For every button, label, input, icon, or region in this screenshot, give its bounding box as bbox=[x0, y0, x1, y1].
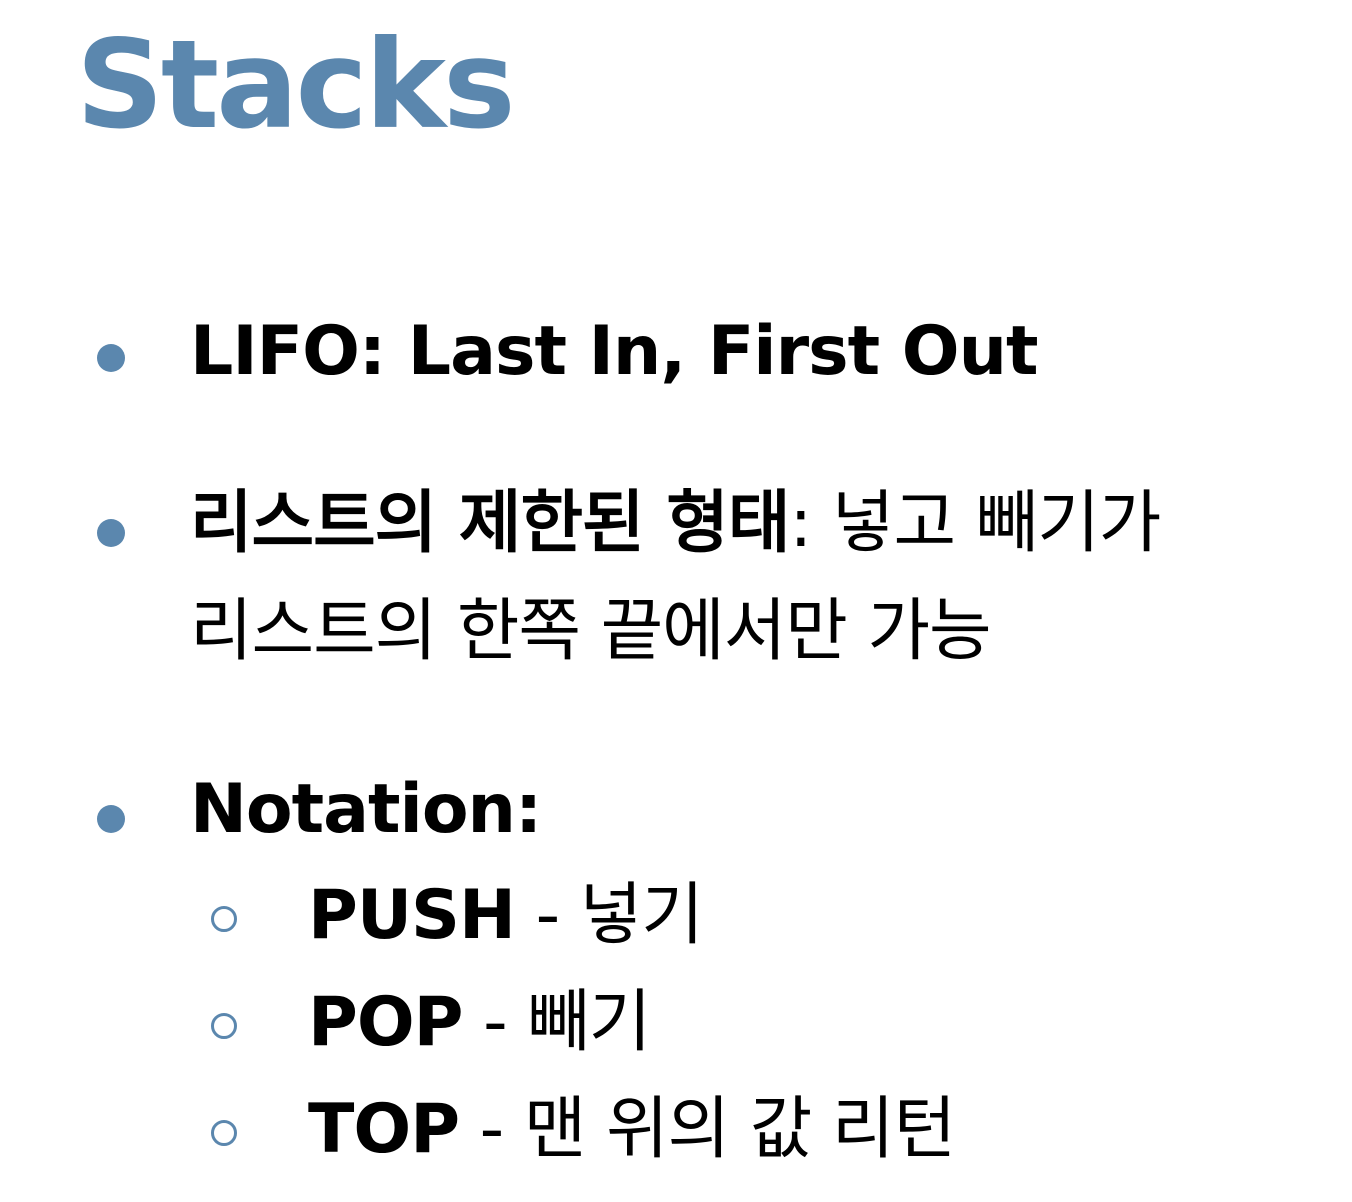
bullet-dot-icon bbox=[97, 519, 125, 547]
sub-item-top-desc: - 맨 위의 값 리턴 bbox=[459, 1090, 956, 1169]
bullet-2-line-2: 리스트의 한쪽 끝에서만 가능 bbox=[190, 592, 992, 671]
bullet-1-text: LIFO: Last In, First Out bbox=[190, 312, 1039, 391]
bullet-3-text: Notation: bbox=[190, 770, 542, 849]
slide-title: Stacks bbox=[76, 14, 516, 156]
sub-item-push-label: PUSH bbox=[308, 876, 516, 955]
sub-item-push: PUSH - 넣기 bbox=[308, 882, 704, 950]
sub-item-top-label: TOP bbox=[308, 1090, 460, 1169]
bullet-2-bold-text: 리스트의 제한된 형태 bbox=[190, 484, 790, 563]
bullet-dot-icon bbox=[97, 344, 125, 372]
sub-bullet-ring-icon bbox=[211, 1013, 237, 1039]
bullet-2-line-1: 리스트의 제한된 형태: 넣고 빼기가 bbox=[190, 490, 1161, 558]
sub-item-pop-label: POP bbox=[308, 983, 463, 1062]
sub-item-push-desc: - 넣기 bbox=[514, 876, 704, 955]
bullet-2-normal-text: : 넣고 빼기가 bbox=[789, 484, 1161, 563]
slide: Stacks LIFO: Last In, First Out 리스트의 제한된… bbox=[0, 0, 1352, 1202]
sub-bullet-ring-icon bbox=[211, 906, 237, 932]
sub-item-pop: POP - 빼기 bbox=[308, 989, 651, 1057]
sub-item-top: TOP - 맨 위의 값 리턴 bbox=[308, 1096, 956, 1164]
sub-bullet-ring-icon bbox=[211, 1120, 237, 1146]
sub-item-pop-desc: - 빼기 bbox=[462, 983, 651, 1062]
bullet-dot-icon bbox=[97, 805, 125, 833]
